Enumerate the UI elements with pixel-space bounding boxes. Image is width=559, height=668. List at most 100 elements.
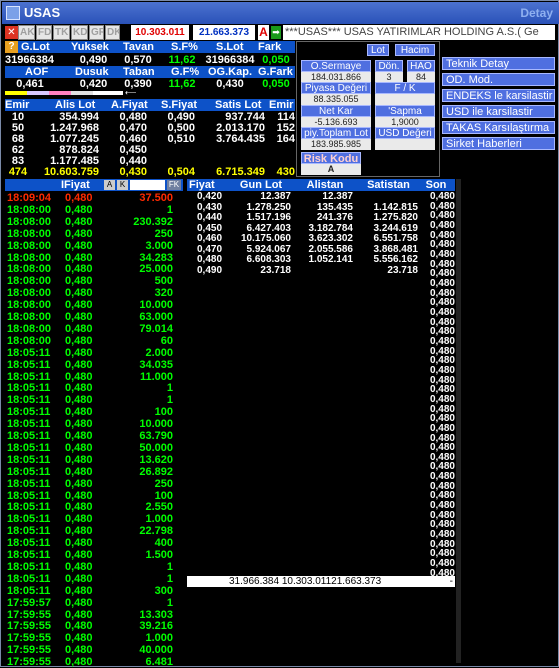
summary-value-3: 11,62: [168, 54, 196, 66]
price-dist-cell-5-0: 0,470: [197, 244, 223, 255]
detail-label[interactable]: Detay: [520, 6, 553, 20]
hacim-button[interactable]: Hacim: [395, 44, 435, 56]
summary-value-2: 0,570: [124, 54, 152, 66]
price-dist-son-17: 0,480: [429, 356, 455, 367]
side-menu-item-4[interactable]: TAKAS Karsılaştırma: [442, 121, 555, 134]
app-icon[interactable]: [6, 6, 20, 20]
price-dist-cell-3-2: 3.182.784: [308, 223, 354, 234]
price-dist-cell-4-1: 10.175.060: [240, 234, 291, 244]
summary-value-4: 31966384: [205, 54, 255, 66]
color-bar: ⟵: [5, 90, 295, 96]
trade-price-39: 0,480: [65, 656, 93, 668]
trade-lot-38: 40.000: [139, 644, 173, 657]
risk-kodu-label: Risk Kodu: [301, 152, 361, 164]
trade-time-39: 17:59:55: [7, 656, 52, 668]
depth-total-3: 0,504: [167, 167, 195, 178]
trades-filter-k[interactable]: K: [117, 180, 128, 190]
trade-lot-35: 13.303: [139, 608, 173, 621]
price-dist-son-38: 0,480: [429, 559, 455, 570]
trades-filter-input[interactable]: [130, 180, 165, 190]
trade-lot-36: 39.216: [139, 620, 173, 633]
trade-lot-33: 300: [154, 584, 173, 597]
summary-value-0: 31966384: [5, 54, 54, 66]
trade-price-12: 0,480: [65, 334, 93, 347]
trade-price-30: 0,480: [65, 549, 93, 561]
price-dist-son-22: 0,480: [429, 404, 455, 415]
toolbar-button-gr[interactable]: GR: [89, 25, 104, 40]
toolbar-button-dk[interactable]: DK: [105, 25, 120, 40]
trade-price-4: 0,480: [65, 239, 93, 252]
ticker-marquee: ***USAS*** USAS YATIRIMLAR HOLDING A.S.(…: [283, 25, 555, 40]
trade-lot-30: 1.500: [145, 549, 173, 561]
lot-button[interactable]: Lot: [367, 44, 389, 56]
price-dist-cell-6-2: 1.052.141: [308, 255, 354, 265]
trade-price-34: 0,480: [65, 596, 93, 609]
scrollbar[interactable]: [456, 179, 461, 663]
trades-filter-fk[interactable]: FK: [167, 180, 181, 190]
price-dist-cell-0-0: 0,420: [197, 192, 223, 202]
close-icon[interactable]: ✕: [5, 26, 18, 39]
depth-cell-1-3: 0,500: [167, 123, 195, 134]
toolbar-value-2: 21.663.373: [193, 25, 255, 40]
depth-cell-1-5: 152: [276, 123, 295, 134]
info-icon[interactable]: ?: [5, 41, 18, 53]
summary-header-g-lot: G.Lot: [21, 41, 50, 53]
go-icon[interactable]: ➡: [271, 26, 281, 39]
summary-header2-4: OG.Kap.: [208, 66, 253, 78]
price-dist-son-25: 0,480: [429, 433, 455, 444]
depth-cell-0-5: 114: [277, 112, 295, 123]
toolbar-button-ak[interactable]: AK: [18, 25, 35, 40]
price-dist-son-30: 0,480: [429, 481, 455, 492]
summary-header2-2: Taban: [123, 66, 155, 78]
trade-time-34: 17:59:57: [7, 596, 52, 609]
trades-filter-a[interactable]: A: [104, 180, 115, 190]
depth-cell-2-3: 0,510: [167, 134, 195, 145]
summary-header-s-lot: S.Lot: [216, 41, 244, 53]
summary2-value-3: 11,62: [168, 78, 196, 90]
depth-header-0: Emir: [5, 99, 30, 111]
side-menu-item-3[interactable]: USD ile karsilastir: [442, 105, 555, 118]
summary-value-5: 0,050: [262, 54, 290, 66]
price-dist-son-3: 0,480: [429, 220, 455, 231]
price-dist-cell-3-0: 0,450: [197, 223, 223, 234]
trade-price-31: 0,480: [65, 560, 93, 573]
fk-label: F / K: [375, 82, 435, 94]
price-dist-header-4: Son: [425, 179, 447, 191]
trade-time-38: 17:59:55: [7, 644, 52, 657]
side-menu-item-2[interactable]: ENDEKS le karsilastir: [442, 89, 555, 102]
trade-lot-7: 500: [154, 275, 173, 288]
toolbar-button-fd[interactable]: FD: [36, 25, 52, 40]
summary-header-s-f-: S.F%: [171, 41, 198, 53]
trade-lot-15: 11.000: [139, 370, 173, 383]
depth-total-5: 430: [276, 167, 295, 178]
price-dist-son-18: 0,480: [429, 365, 455, 376]
toolbar-button-kd[interactable]: KD: [71, 25, 88, 40]
trade-price-24: 0,480: [65, 477, 93, 490]
trade-time-5: 18:08:00: [7, 251, 52, 264]
trade-price-15: 0,480: [65, 370, 93, 383]
price-dist-cell-5-2: 2.055.586: [308, 244, 354, 255]
summary-header-tavan: Tavan: [123, 41, 154, 53]
title-bar[interactable]: USAS Detay: [2, 2, 559, 24]
trade-lot-24: 250: [154, 477, 173, 490]
side-menu-item-1[interactable]: OD. Mod.: [442, 73, 555, 86]
trade-time-24: 18:05:11: [7, 477, 51, 490]
summary2-value-1: 0,420: [79, 78, 108, 90]
side-menu-item-5[interactable]: Sirket Haberleri: [442, 137, 555, 150]
trade-price-32: 0,480: [65, 572, 93, 585]
price-dist-son-20: 0,480: [429, 385, 455, 396]
price-dist-cell-4-2: 3.623.302: [308, 234, 354, 244]
trade-price-18: 0,480: [65, 406, 93, 419]
price-dist-cell-6-1: 6.608.303: [246, 255, 292, 265]
trade-time-10: 18:08:00: [7, 311, 52, 323]
trade-price-37: 0,480: [65, 632, 93, 645]
trade-time-8: 18:08:00: [7, 287, 52, 300]
trade-lot-12: 60: [160, 334, 173, 347]
toolbar-button-tk[interactable]: TK: [53, 25, 70, 40]
price-dist-son-7: 0,480: [429, 259, 455, 270]
price-dist-cell-3-3: 3.244.619: [373, 223, 419, 234]
price-dist-son-2: 0,480: [429, 211, 455, 222]
side-menu-item-0[interactable]: Teknik Detay: [442, 57, 555, 70]
don-label: Dön.: [375, 60, 403, 72]
price-dist-cell-2-0: 0,440: [197, 213, 223, 223]
